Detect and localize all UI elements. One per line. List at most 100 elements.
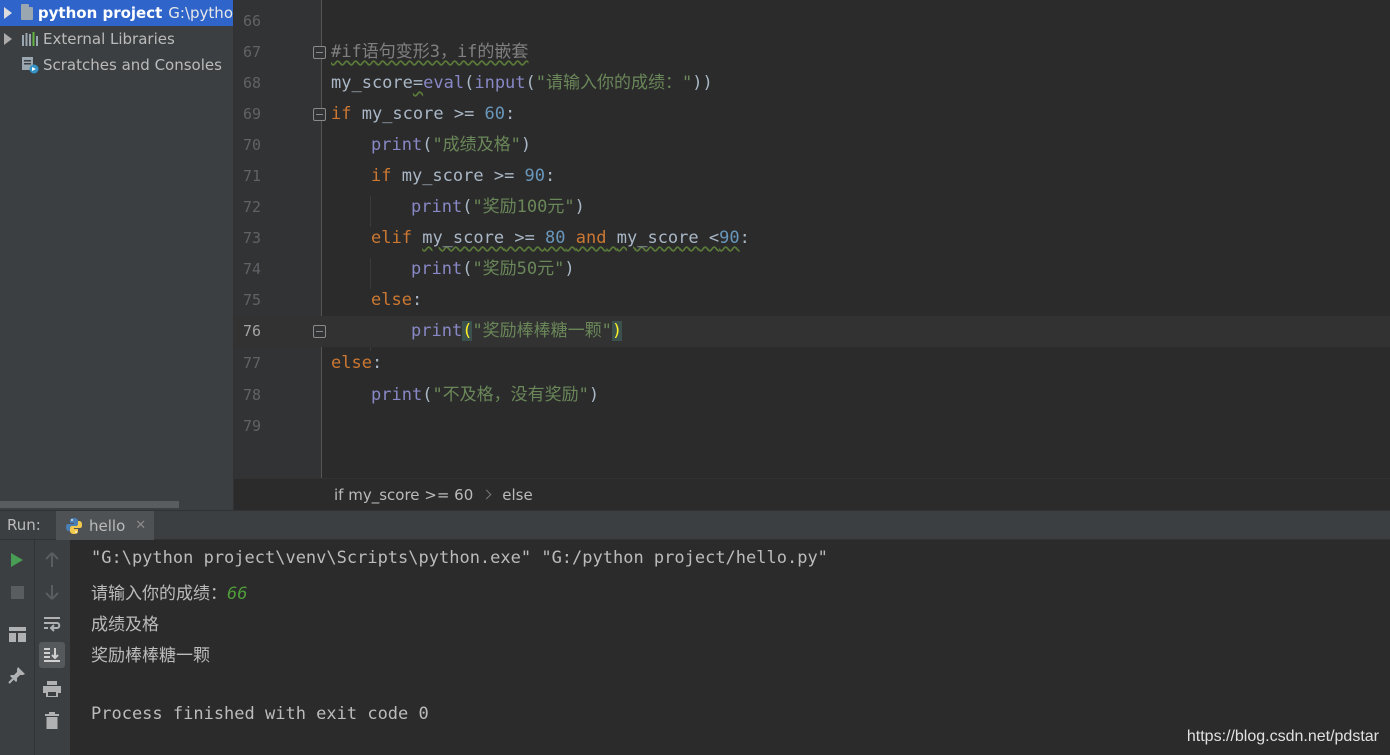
code-line-66[interactable]: 66 xyxy=(234,6,1390,37)
code-line-69[interactable]: 69 if my_score >= 60: xyxy=(234,99,1390,130)
layout-button[interactable] xyxy=(4,621,30,647)
play-icon xyxy=(11,553,23,567)
code-token: : xyxy=(545,166,556,186)
code-line-75[interactable]: 75 else: xyxy=(234,285,1390,316)
scroll-up-button[interactable] xyxy=(39,547,65,573)
tree-item-path: G:\pytho xyxy=(168,4,233,22)
scroll-down-button[interactable] xyxy=(39,579,65,605)
code-token: : xyxy=(505,104,516,124)
stop-icon xyxy=(10,585,24,599)
tree-item-scratches[interactable]: Scratches and Consoles xyxy=(0,52,233,78)
code-line-76-current[interactable]: 76 print("奖励棒棒糖一颗") xyxy=(234,316,1390,347)
fold-marker-icon[interactable] xyxy=(313,46,326,59)
code-string: "奖励100元" xyxy=(472,197,575,217)
code-line-79[interactable]: 79 xyxy=(234,411,1390,442)
code-line-73[interactable]: 73 elif my_score >= 80 and my_score <90: xyxy=(234,223,1390,254)
code-token: )) xyxy=(692,73,713,93)
line-number: 73 xyxy=(242,229,261,247)
line-number: 67 xyxy=(242,43,261,61)
python-icon xyxy=(66,517,82,534)
code-line-74[interactable]: 74 print("奖励50元") xyxy=(234,254,1390,285)
tree-item-python-project[interactable]: python project G:\pytho xyxy=(0,0,233,26)
horizontal-scrollbar[interactable] xyxy=(0,501,179,508)
code-number: 80 xyxy=(545,228,566,248)
run-toolbar-primary xyxy=(0,540,35,755)
line-number: 74 xyxy=(242,260,261,278)
scroll-to-end-button[interactable] xyxy=(39,642,65,668)
code-line-72[interactable]: 72 print("奖励100元") xyxy=(234,192,1390,223)
layout-icon xyxy=(8,626,26,642)
run-console[interactable]: "G:\python project\venv\Scripts\python.e… xyxy=(71,540,1390,755)
code-token: my_score xyxy=(422,228,505,248)
code-string: "不及格，没有奖励" xyxy=(432,385,589,405)
expand-arrow-icon[interactable] xyxy=(4,7,12,19)
code-line-70[interactable]: 70 print("成绩及格") xyxy=(234,130,1390,161)
code-number: 90 xyxy=(524,166,546,186)
code-line-67[interactable]: 67 #if语句变形3，if的嵌套 xyxy=(234,37,1390,68)
tree-item-external-libraries[interactable]: External Libraries xyxy=(0,26,233,52)
code-line-78[interactable]: 78 print("不及格，没有奖励") xyxy=(234,380,1390,411)
code-token: : xyxy=(739,228,750,248)
code-token: my_score xyxy=(616,228,699,248)
code-builtin: print xyxy=(411,197,463,217)
fold-marker-icon[interactable] xyxy=(313,325,326,338)
code-builtin: print xyxy=(411,321,463,341)
close-icon[interactable]: ✕ xyxy=(135,518,146,533)
run-label: Run: xyxy=(7,516,41,534)
code-token: = xyxy=(412,73,424,93)
fold-marker-icon[interactable] xyxy=(313,108,326,121)
run-tool-window-header: Run: hello ✕ xyxy=(0,510,1390,540)
soft-wrap-icon xyxy=(44,617,61,632)
breadcrumb-item[interactable]: else xyxy=(502,486,532,504)
run-tab-label: hello xyxy=(89,516,126,535)
code-builtin: print xyxy=(371,135,423,155)
pin-icon xyxy=(8,667,25,684)
code-string: "奖励50元" xyxy=(472,259,565,279)
chevron-right-icon xyxy=(481,489,492,500)
pin-tab-button[interactable] xyxy=(4,662,30,688)
code-string: "奖励棒棒糖一颗" xyxy=(472,321,612,341)
breadcrumb-item[interactable]: if my_score >= 60 xyxy=(334,486,473,504)
arrow-down-icon xyxy=(45,585,59,600)
arrow-up-icon xyxy=(45,552,59,567)
line-number: 78 xyxy=(242,386,261,404)
code-comment: #if语句变形3，if的嵌套 xyxy=(331,42,529,62)
line-number: 70 xyxy=(242,136,261,154)
brace-match: ) xyxy=(611,321,623,341)
line-number: 75 xyxy=(242,291,261,309)
code-editor[interactable]: 66 67 #if语句变形3，if的嵌套 68 my_score=eval(in… xyxy=(234,0,1390,478)
code-token: my_score xyxy=(331,73,413,93)
line-number: 66 xyxy=(242,12,261,30)
code-token: ( xyxy=(422,135,433,155)
line-number: 76 xyxy=(242,322,261,340)
tree-item-label: External Libraries xyxy=(43,30,175,48)
rerun-button[interactable] xyxy=(4,547,30,573)
console-prompt-line: 请输入你的成绩：66 xyxy=(91,579,247,604)
stop-button[interactable] xyxy=(4,579,30,605)
console-command-line: "G:\python project\venv\Scripts\python.e… xyxy=(91,548,828,568)
line-number: 77 xyxy=(242,354,261,372)
library-icon xyxy=(22,32,38,46)
code-token: ( xyxy=(525,73,536,93)
console-output-line: 成绩及格 xyxy=(91,615,159,635)
print-icon xyxy=(43,681,61,697)
code-token: < xyxy=(698,228,720,248)
code-line-68[interactable]: 68 my_score=eval(input("请输入你的成绩：")) xyxy=(234,68,1390,99)
code-token: : xyxy=(411,290,423,310)
code-line-71[interactable]: 71 if my_score >= 90: xyxy=(234,161,1390,192)
code-token: input xyxy=(474,73,526,93)
folder-icon xyxy=(21,3,33,20)
code-token: >= xyxy=(504,228,546,248)
clear-all-button[interactable] xyxy=(39,707,65,733)
code-line-77[interactable]: 77 else: xyxy=(234,348,1390,379)
code-builtin: print xyxy=(371,385,423,405)
tree-item-label: python project xyxy=(37,4,163,22)
code-token: ) xyxy=(520,135,532,155)
print-button[interactable] xyxy=(39,676,65,702)
expand-arrow-icon[interactable] xyxy=(4,33,12,45)
run-tab-hello[interactable]: hello ✕ xyxy=(56,511,154,540)
code-token: my_score >= xyxy=(351,104,485,124)
soft-wrap-button[interactable] xyxy=(39,611,65,637)
